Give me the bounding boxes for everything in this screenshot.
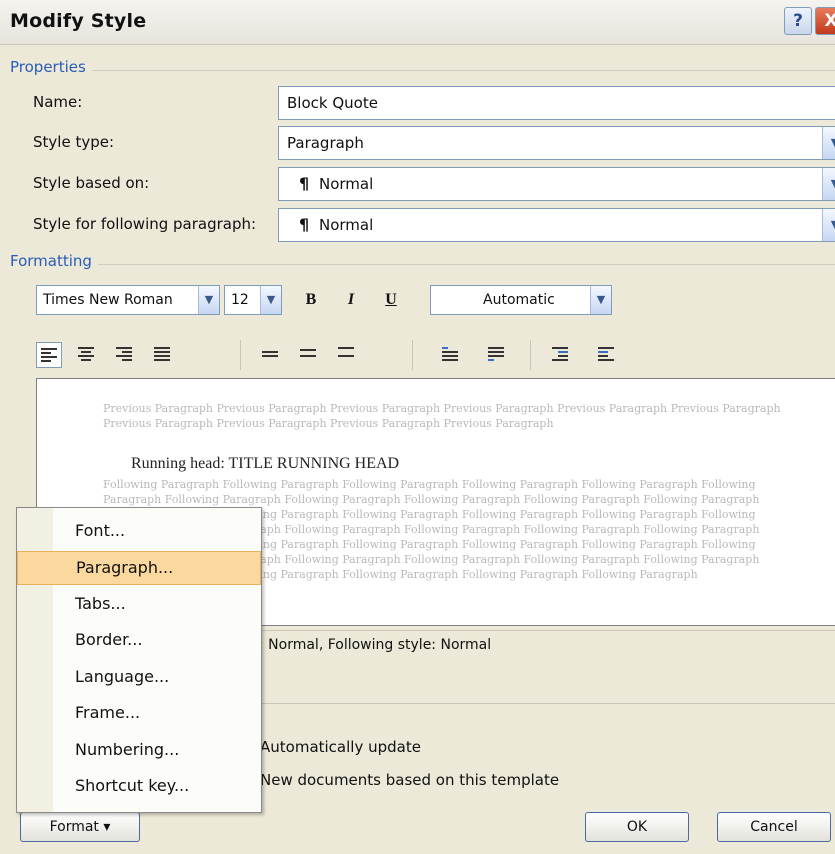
double-spacing-icon xyxy=(338,347,354,363)
font-size-select[interactable]: 12 ▼ xyxy=(224,285,282,315)
chevron-down-icon: ▾ xyxy=(103,819,111,835)
menu-item-label: Frame... xyxy=(75,703,141,722)
style-type-value: Paragraph xyxy=(287,134,364,152)
format-button[interactable]: Format ▾ xyxy=(20,812,140,842)
align-left-button[interactable] xyxy=(36,342,62,368)
based-on-select[interactable]: ¶ Normal ▼ xyxy=(278,167,835,201)
align-left-icon xyxy=(41,348,57,364)
menu-item-tabs[interactable]: Tabs... xyxy=(17,588,261,622)
pilcrow-icon: ¶ xyxy=(299,215,310,234)
chevron-down-icon[interactable]: ▼ xyxy=(260,286,281,314)
menu-item-label: Tabs... xyxy=(75,594,126,613)
cancel-button[interactable]: Cancel xyxy=(717,812,831,842)
style-type-label: Style type: xyxy=(33,133,115,151)
title-bar: Modify Style ? X xyxy=(0,0,835,45)
space-after-icon xyxy=(488,347,504,363)
font-name-value: Times New Roman xyxy=(43,292,173,308)
underline-button[interactable]: U xyxy=(380,287,402,313)
menu-item-label: Font... xyxy=(75,521,126,540)
following-value: Normal xyxy=(319,216,374,234)
toolbar-separator xyxy=(530,340,531,370)
preview-heading: Running head: TITLE RUNNING HEAD xyxy=(131,455,400,472)
ok-button[interactable]: OK xyxy=(585,812,689,842)
name-input[interactable]: Block Quote xyxy=(278,86,835,120)
font-size-value: 12 xyxy=(231,292,249,308)
style-description-text: : Normal, Following style: Normal xyxy=(259,637,492,653)
single-spacing-button[interactable] xyxy=(258,342,284,368)
menu-item-label: Border... xyxy=(75,630,143,649)
menu-item-font[interactable]: Font... xyxy=(17,515,261,549)
align-center-button[interactable] xyxy=(74,342,100,368)
italic-button[interactable]: I xyxy=(340,287,362,313)
based-on-label: Style based on: xyxy=(33,174,150,192)
menu-item-language[interactable]: Language... xyxy=(17,661,261,695)
align-right-icon xyxy=(116,347,132,363)
menu-item-label: Shortcut key... xyxy=(75,776,190,795)
name-input-value: Block Quote xyxy=(287,94,378,112)
one-half-spacing-icon xyxy=(300,349,316,365)
menu-item-numbering[interactable]: Numbering... xyxy=(17,734,261,768)
formatting-group-label: Formatting xyxy=(10,252,98,270)
font-name-select[interactable]: Times New Roman ▼ xyxy=(36,285,220,315)
new-documents-option[interactable]: New documents based on this template xyxy=(260,771,559,789)
decrease-indent-icon xyxy=(552,347,568,363)
menu-item-paragraph[interactable]: Paragraph... xyxy=(17,551,261,585)
based-on-value: Normal xyxy=(319,175,374,193)
align-center-icon xyxy=(78,347,94,363)
increase-indent-button[interactable] xyxy=(594,342,620,368)
chevron-down-icon[interactable]: ▼ xyxy=(822,209,835,241)
justify-icon xyxy=(154,347,170,363)
following-label: Style for following paragraph: xyxy=(33,215,257,233)
align-right-button[interactable] xyxy=(112,342,138,368)
menu-item-border[interactable]: Border... xyxy=(17,624,261,658)
decrease-indent-button[interactable] xyxy=(548,342,574,368)
close-button[interactable]: X xyxy=(815,7,835,35)
justify-button[interactable] xyxy=(150,342,176,368)
decrease-spacing-before-button[interactable] xyxy=(484,342,510,368)
chevron-down-icon[interactable]: ▼ xyxy=(822,127,835,159)
previous-paragraph-text: Previous Paragraph Previous Paragraph Pr… xyxy=(103,402,781,430)
properties-group-label: Properties xyxy=(10,58,92,76)
space-before-icon xyxy=(442,347,458,363)
help-icon: ? xyxy=(793,11,803,31)
font-color-select[interactable]: Automatic ▼ xyxy=(430,285,612,315)
following-select[interactable]: ¶ Normal ▼ xyxy=(278,208,835,242)
double-spacing-button[interactable] xyxy=(334,342,360,368)
bold-button[interactable]: B xyxy=(300,287,322,313)
chevron-down-icon[interactable]: ▼ xyxy=(590,286,611,314)
toolbar-separator xyxy=(240,340,241,370)
menu-item-shortcut-key[interactable]: Shortcut key... xyxy=(17,770,261,804)
name-label: Name: xyxy=(33,93,83,111)
toolbar-separator xyxy=(412,340,413,370)
help-button[interactable]: ? xyxy=(784,7,812,35)
format-button-label: Format xyxy=(49,819,99,835)
dialog-title: Modify Style xyxy=(10,10,147,32)
one-half-spacing-button[interactable] xyxy=(296,342,322,368)
format-menu: Font... Paragraph... Tabs... Border... L… xyxy=(16,507,262,813)
increase-indent-icon xyxy=(598,347,614,363)
formatting-divider xyxy=(10,264,835,265)
chevron-down-icon[interactable]: ▼ xyxy=(198,286,219,314)
pilcrow-icon: ¶ xyxy=(299,174,310,193)
properties-divider xyxy=(10,70,835,71)
menu-item-label: Numbering... xyxy=(75,740,180,759)
menu-item-label: Language... xyxy=(75,667,170,686)
font-color-value: Automatic xyxy=(483,292,555,308)
auto-update-option[interactable]: Automatically update xyxy=(260,738,421,756)
style-type-select[interactable]: Paragraph ▼ xyxy=(278,126,835,160)
chevron-down-icon[interactable]: ▼ xyxy=(822,168,835,200)
single-spacing-icon xyxy=(262,351,278,367)
menu-item-label: Paragraph... xyxy=(76,558,174,577)
increase-spacing-before-button[interactable] xyxy=(438,342,464,368)
menu-item-frame[interactable]: Frame... xyxy=(17,697,261,731)
close-icon: X xyxy=(824,11,835,31)
